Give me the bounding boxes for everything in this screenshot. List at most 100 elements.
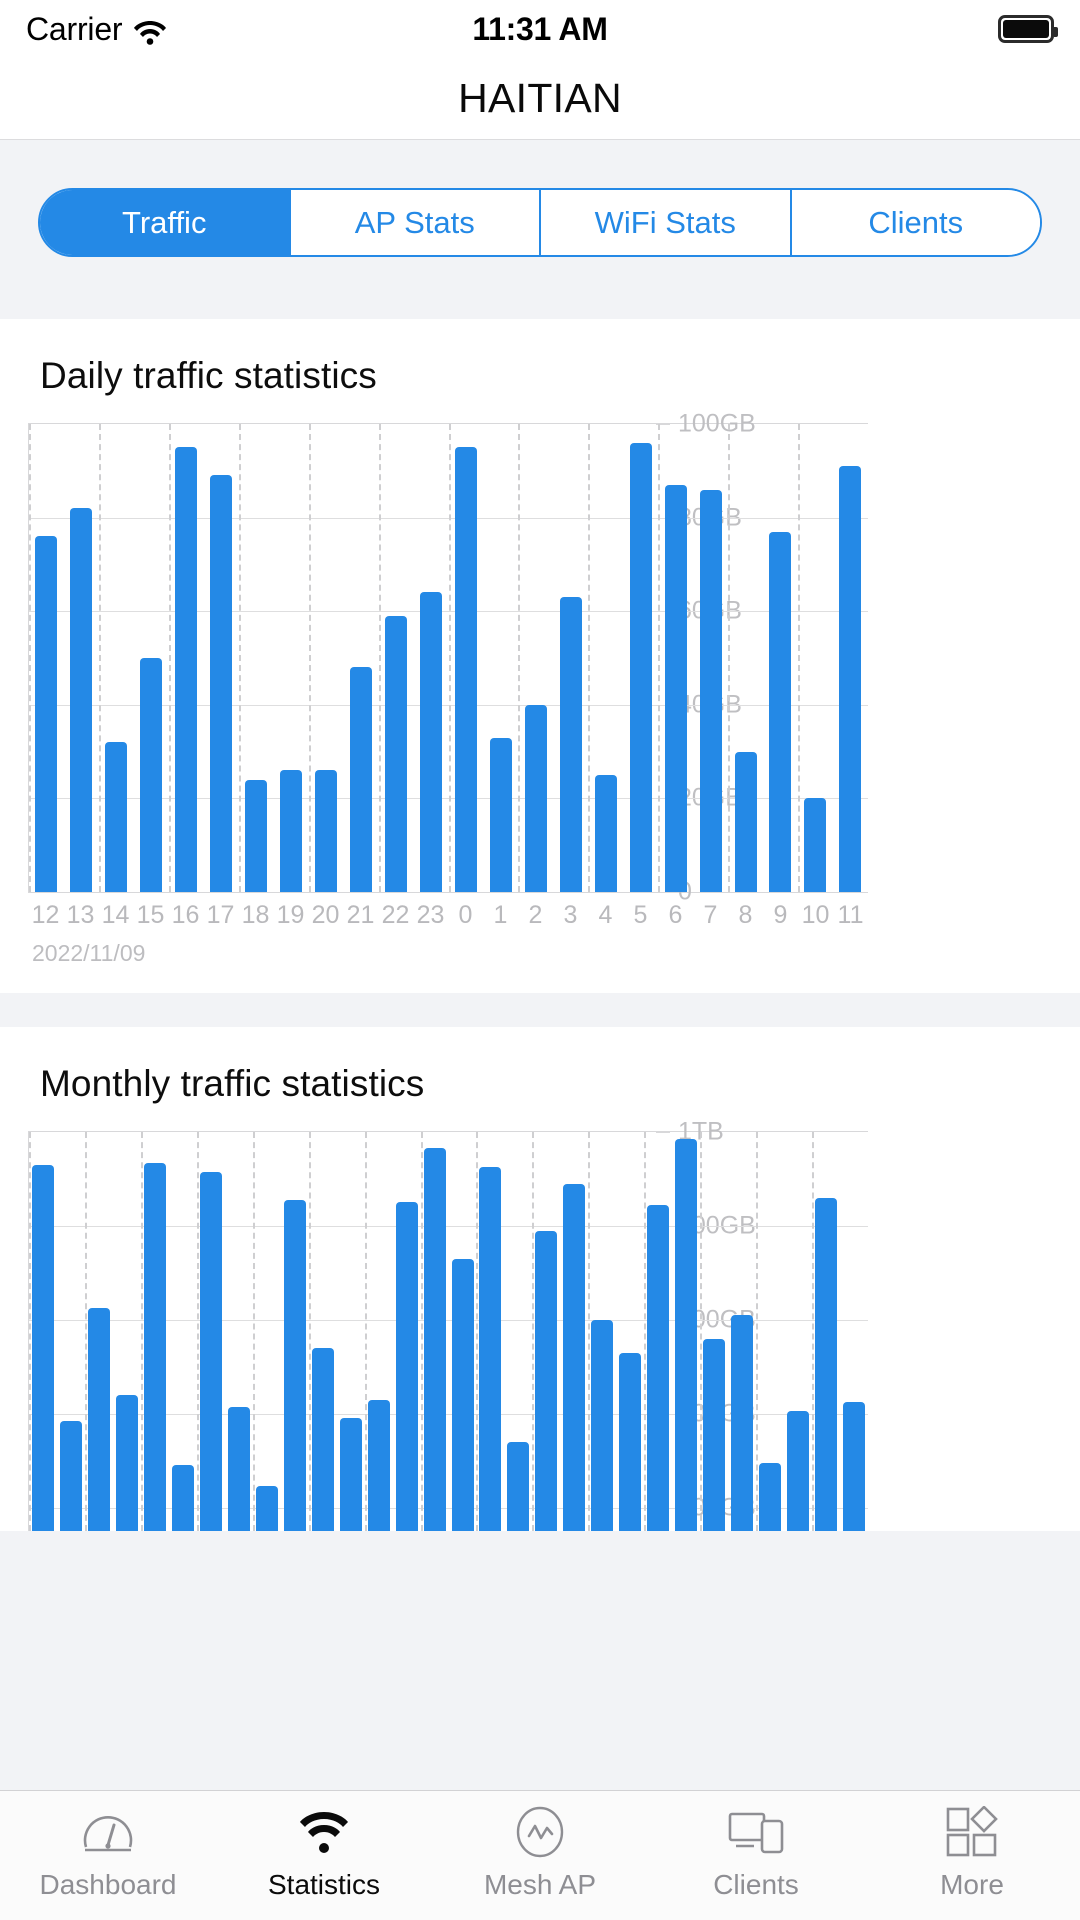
chart-bar[interactable] [629,442,652,892]
chart-bar[interactable] [59,1420,82,1531]
chart-bar-cell[interactable] [141,1132,169,1531]
chart-bar[interactable] [140,658,163,892]
chart-bar-cell[interactable] [337,1132,365,1531]
chart-bar[interactable] [311,1347,334,1531]
chart-bar[interactable] [479,1167,502,1531]
chart-bar[interactable] [815,1197,838,1531]
chart-bar-cell[interactable] [448,424,483,892]
chart-bar-cell[interactable] [616,1132,644,1531]
chart-bar[interactable] [283,1200,306,1531]
chart-bar-cell[interactable] [693,424,728,892]
chart-bar[interactable] [591,1319,614,1531]
chart-bar-cell[interactable] [700,1132,728,1531]
chart-bar-cell[interactable] [588,1132,616,1531]
chart-bar-cell[interactable] [57,1132,85,1531]
chart-bar-cell[interactable] [197,1132,225,1531]
segment-ap-stats[interactable]: AP Stats [288,190,539,255]
chart-bar-cell[interactable] [553,424,588,892]
chart-bar-cell[interactable] [169,1132,197,1531]
chart-bar[interactable] [619,1352,642,1531]
chart-bar-cell[interactable] [393,1132,421,1531]
chart-bar[interactable] [699,489,722,892]
chart-bar[interactable] [227,1406,250,1531]
segment-traffic[interactable]: Traffic [40,190,289,255]
segment-clients[interactable]: Clients [789,190,1040,255]
chart-bar-cell[interactable] [840,1132,868,1531]
chart-bar-cell[interactable] [477,1132,505,1531]
chart-bar[interactable] [731,1315,754,1531]
daily-chart[interactable]: 020GB40GB60GB80GB100GB 12131415161718192… [0,410,1080,993]
monthly-chart[interactable]: 200GB400GB600GB800GB1TB [0,1118,1080,1531]
chart-bar-cell[interactable] [763,424,798,892]
chart-bar-cell[interactable] [344,424,379,892]
chart-bar[interactable] [451,1258,474,1531]
chart-bar-cell[interactable] [449,1132,477,1531]
chart-bar-cell[interactable] [309,424,344,892]
chart-bar[interactable] [105,742,128,892]
chart-bar[interactable] [563,1183,586,1531]
chart-bar-cell[interactable] [169,424,204,892]
chart-bar-cell[interactable] [281,1132,309,1531]
tab-mesh-ap[interactable]: Mesh AP [432,1805,648,1901]
chart-bar[interactable] [454,447,477,892]
chart-bar[interactable] [385,615,407,892]
chart-bar[interactable] [395,1202,418,1531]
chart-bar-cell[interactable] [253,1132,281,1531]
chart-bar-cell[interactable] [29,1132,57,1531]
chart-bar[interactable] [489,737,512,892]
chart-bar[interactable] [787,1411,810,1531]
chart-bar[interactable] [559,597,582,892]
chart-bar[interactable] [839,466,862,892]
chart-bar-cell[interactable] [239,424,274,892]
chart-bar-cell[interactable] [728,1132,756,1531]
tab-dashboard[interactable]: Dashboard [0,1805,216,1901]
chart-bar[interactable] [175,447,198,892]
chart-bar-cell[interactable] [798,424,833,892]
chart-bar-cell[interactable] [728,424,763,892]
chart-bar[interactable] [664,484,687,892]
chart-bar-cell[interactable] [588,424,623,892]
chart-bar-cell[interactable] [833,424,868,892]
chart-bar[interactable] [35,536,58,892]
chart-bar-cell[interactable] [113,1132,141,1531]
chart-bar[interactable] [245,779,268,892]
chart-bar-cell[interactable] [309,1132,337,1531]
tab-clients[interactable]: Clients [648,1805,864,1901]
chart-bar[interactable] [759,1462,782,1531]
chart-bar-cell[interactable] [134,424,169,892]
chart-bar-cell[interactable] [225,1132,253,1531]
chart-bar-cell[interactable] [413,424,448,892]
chart-bar-cell[interactable] [532,1132,560,1531]
chart-bar-cell[interactable] [672,1132,700,1531]
chart-bar-cell[interactable] [421,1132,449,1531]
chart-bar[interactable] [280,770,303,892]
chart-bar-cell[interactable] [623,424,658,892]
segmented-control[interactable]: Traffic AP Stats WiFi Stats Clients [38,188,1042,257]
chart-bar-cell[interactable] [99,424,134,892]
chart-bar-cell[interactable] [560,1132,588,1531]
chart-bar[interactable] [143,1162,166,1531]
chart-bar[interactable] [70,508,93,892]
chart-bar[interactable] [423,1148,446,1531]
chart-bar[interactable] [647,1204,670,1531]
chart-bar[interactable] [535,1230,558,1531]
chart-bar-cell[interactable] [64,424,99,892]
chart-bar[interactable] [315,770,338,892]
segment-wifi-stats[interactable]: WiFi Stats [539,190,790,255]
chart-bar[interactable] [419,592,442,892]
chart-bar[interactable] [804,798,827,892]
chart-bar[interactable] [734,751,757,892]
chart-bar[interactable] [769,531,792,892]
chart-bar-cell[interactable] [29,424,64,892]
chart-bar-cell[interactable] [483,424,518,892]
tab-more[interactable]: More [864,1805,1080,1901]
chart-bar-cell[interactable] [204,424,239,892]
chart-bar-cell[interactable] [518,424,553,892]
chart-bar-cell[interactable] [365,1132,393,1531]
chart-bar[interactable] [703,1338,726,1531]
chart-bar-cell[interactable] [658,424,693,892]
chart-bar[interactable] [171,1465,194,1531]
chart-bar-cell[interactable] [812,1132,840,1531]
chart-bar[interactable] [507,1441,530,1531]
chart-bar-cell[interactable] [644,1132,672,1531]
